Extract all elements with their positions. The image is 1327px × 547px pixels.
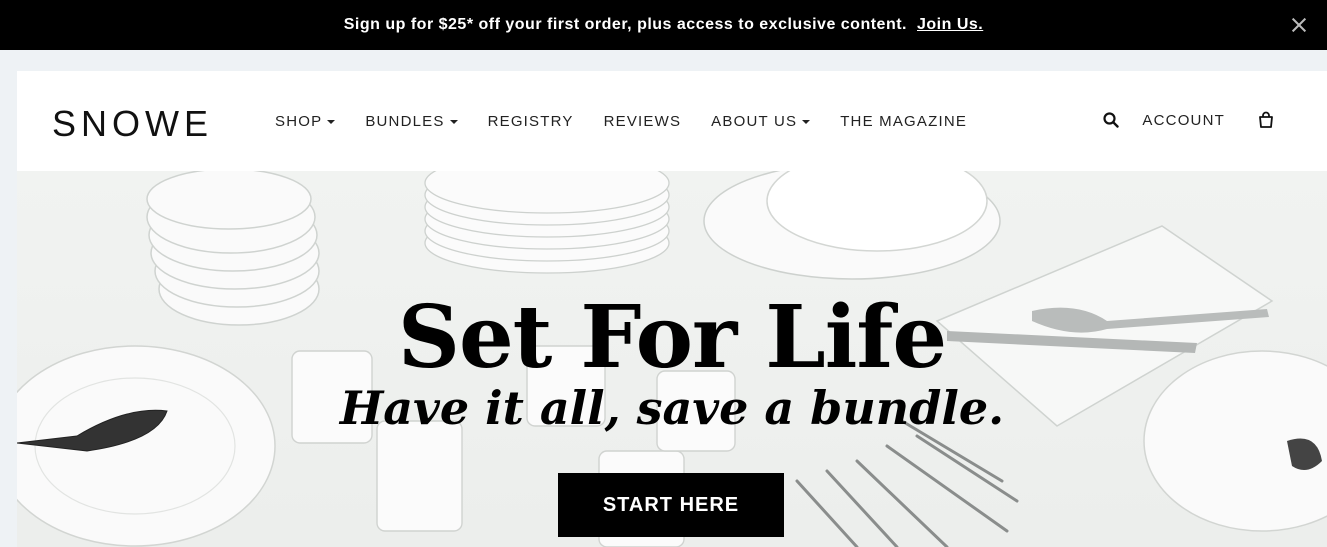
promo-message: Sign up for $25* off your first order, p… bbox=[343, 16, 907, 33]
main-nav: SHOP BUNDLES REGISTRY REVIEWS ABOUT US T… bbox=[275, 113, 997, 130]
nav-item-label: REGISTRY bbox=[487, 113, 574, 130]
search-icon[interactable] bbox=[1102, 111, 1120, 129]
start-here-button[interactable]: START HERE bbox=[558, 473, 784, 537]
nav-item-bundles[interactable]: BUNDLES bbox=[365, 113, 458, 130]
nav-item-label: SHOP bbox=[275, 113, 323, 130]
join-us-link[interactable]: Join Us. bbox=[917, 16, 983, 34]
hero-title: Set For Life bbox=[397, 287, 947, 388]
nav-item-label: THE MAGAZINE bbox=[840, 113, 968, 130]
hero-banner: Set For Life Have it all, save a bundle.… bbox=[17, 171, 1327, 547]
logo[interactable]: SNOWE bbox=[52, 103, 213, 145]
nav-item-reviews[interactable]: REVIEWS bbox=[604, 113, 682, 130]
nav-item-shop[interactable]: SHOP bbox=[275, 113, 336, 130]
nav-item-registry[interactable]: REGISTRY bbox=[488, 113, 574, 130]
site-header: SNOWE SHOP BUNDLES REGISTRY REVIEWS ABOU… bbox=[17, 71, 1327, 171]
caret-down-icon bbox=[327, 119, 336, 124]
shopping-bag-icon[interactable] bbox=[1257, 111, 1275, 129]
promo-bar: Sign up for $25* off your first order, p… bbox=[0, 0, 1327, 50]
nav-item-label: BUNDLES bbox=[365, 113, 445, 130]
caret-down-icon bbox=[449, 119, 458, 124]
nav-item-label: REVIEWS bbox=[603, 113, 682, 130]
caret-down-icon bbox=[802, 119, 811, 124]
nav-item-about-us[interactable]: ABOUT US bbox=[711, 113, 811, 130]
nav-item-label: ABOUT US bbox=[711, 113, 798, 130]
hero-subtitle: Have it all, save a bundle. bbox=[339, 381, 1005, 435]
close-icon[interactable] bbox=[1289, 15, 1309, 35]
account-link[interactable]: ACCOUNT bbox=[1142, 112, 1225, 129]
header-utilities: ACCOUNT bbox=[1102, 111, 1275, 129]
nav-item-the-magazine[interactable]: THE MAGAZINE bbox=[840, 113, 967, 130]
